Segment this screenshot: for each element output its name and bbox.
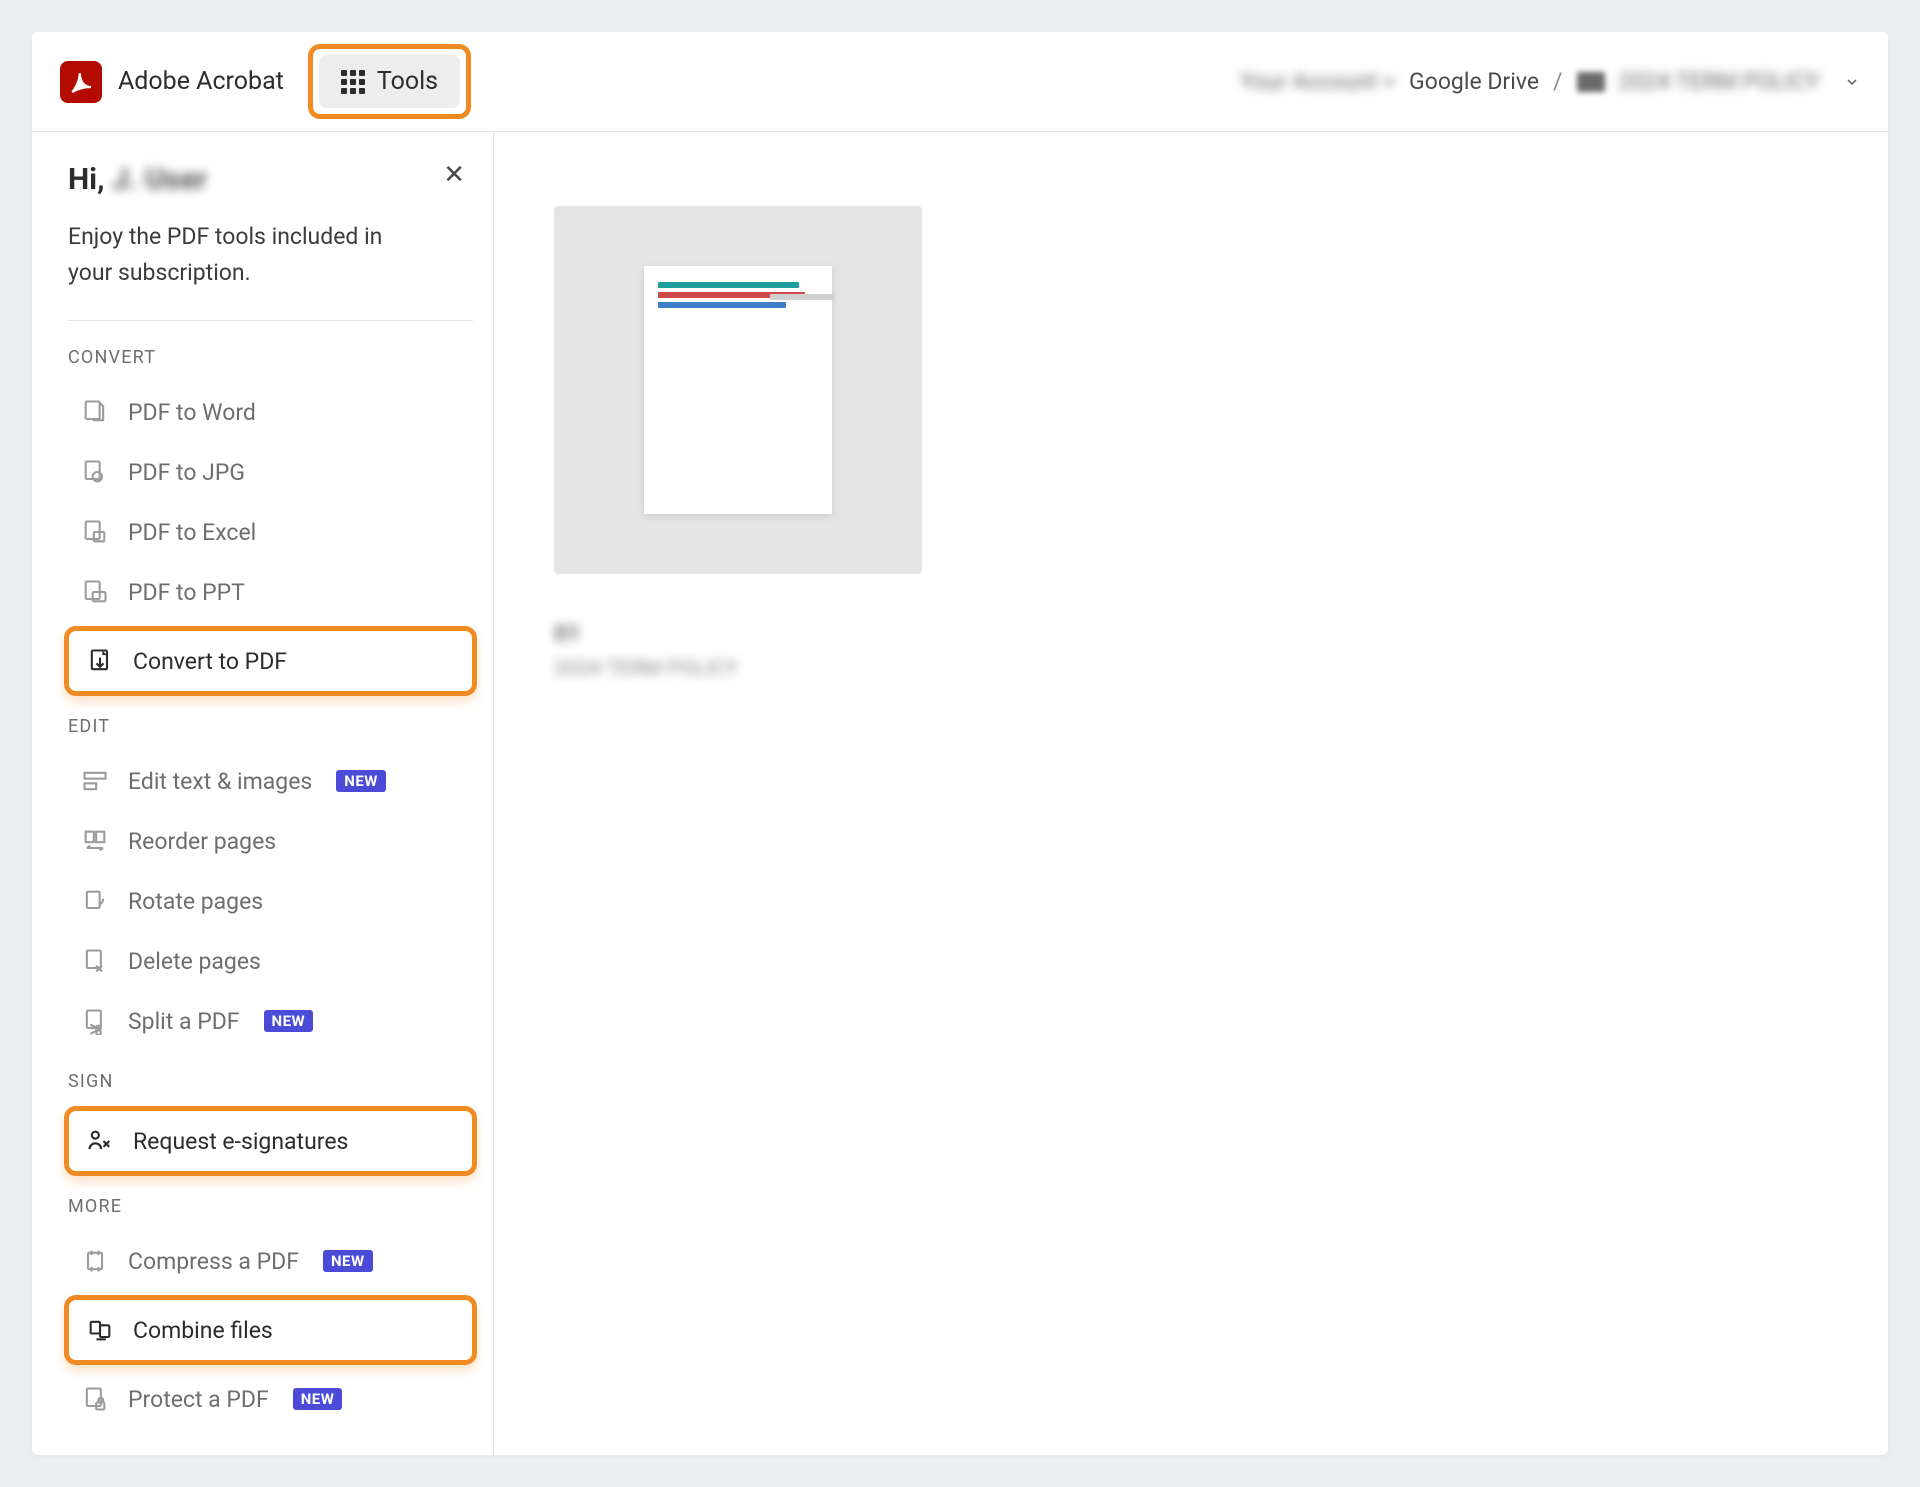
sidebar-item-label: PDF to Excel: [128, 519, 256, 546]
new-badge: NEW: [264, 1010, 314, 1032]
pdf-to-excel-icon: [80, 517, 110, 547]
greeting: Hi, J. User: [68, 162, 207, 197]
sidebar-item-pdf-to-jpg[interactable]: PDF to JPG: [68, 442, 473, 502]
document-preview-icon: [644, 266, 832, 514]
sidebar: Hi, J. User ✕ Enjoy the PDF tools includ…: [32, 132, 494, 1455]
breadcrumb-account: Your Account >: [1240, 68, 1395, 95]
sidebar-item-delete-pages[interactable]: Delete pages: [68, 931, 473, 991]
highlight-combine-files: Combine files: [64, 1295, 477, 1365]
sidebar-item-label: Edit text & images: [128, 768, 312, 795]
split-pdf-icon: [80, 1006, 110, 1036]
new-badge: NEW: [323, 1250, 373, 1272]
sidebar-item-rotate-pages[interactable]: Rotate pages: [68, 871, 473, 931]
sidebar-item-label: Convert to PDF: [133, 648, 287, 675]
sidebar-item-request-esignatures[interactable]: Request e-signatures: [69, 1111, 472, 1171]
sidebar-item-label: PDF to JPG: [128, 459, 245, 486]
sidebar-item-edit-text-images[interactable]: Edit text & images NEW: [68, 751, 473, 811]
delete-pages-icon: [80, 946, 110, 976]
divider: [68, 320, 473, 321]
highlight-convert-to-pdf: Convert to PDF: [64, 626, 477, 696]
tools-button-highlight: Tools: [308, 44, 471, 119]
sidebar-item-protect-pdf[interactable]: Protect a PDF NEW: [68, 1369, 473, 1429]
sidebar-item-pdf-to-word[interactable]: PDF to Word: [68, 382, 473, 442]
sidebar-item-pdf-to-excel[interactable]: PDF to Excel: [68, 502, 473, 562]
esignature-icon: [85, 1126, 115, 1156]
main-content: 01 2024 TERM POLICY: [494, 132, 1888, 1455]
breadcrumb-file[interactable]: 2024 TERM POLICY: [1619, 68, 1820, 95]
app-header: Adobe Acrobat Tools Your Account > Googl…: [32, 32, 1888, 132]
greeting-row: Hi, J. User ✕: [68, 162, 473, 197]
section-label-edit: EDIT: [68, 716, 473, 737]
file-type-icon: [1577, 72, 1605, 92]
sidebar-item-combine-files[interactable]: Combine files: [69, 1300, 472, 1360]
new-badge: NEW: [293, 1388, 343, 1410]
sidebar-item-label: Request e-signatures: [133, 1128, 348, 1155]
grid-icon: [341, 70, 365, 94]
section-label-convert: CONVERT: [68, 347, 473, 368]
greeting-prefix: Hi,: [68, 162, 105, 197]
app-name: Adobe Acrobat: [118, 67, 284, 96]
sidebar-item-label: Split a PDF: [128, 1008, 240, 1035]
sidebar-item-label: PDF to PPT: [128, 579, 245, 606]
sidebar-item-label: Protect a PDF: [128, 1386, 269, 1413]
compress-pdf-icon: [80, 1246, 110, 1276]
pdf-to-ppt-icon: [80, 577, 110, 607]
rotate-pages-icon: [80, 886, 110, 916]
file-subtitle: 2024 TERM POLICY: [554, 657, 1828, 681]
close-icon[interactable]: ✕: [435, 162, 473, 188]
breadcrumb: Your Account > Google Drive / 2024 TERM …: [1240, 68, 1860, 95]
sidebar-item-label: Compress a PDF: [128, 1248, 299, 1275]
sidebar-item-label: Combine files: [133, 1317, 273, 1344]
file-title: 01: [554, 620, 1828, 647]
protect-pdf-icon: [80, 1384, 110, 1414]
sidebar-item-pdf-to-ppt[interactable]: PDF to PPT: [68, 562, 473, 622]
sidebar-item-split-pdf[interactable]: Split a PDF NEW: [68, 991, 473, 1051]
breadcrumb-sep: /: [1553, 68, 1563, 95]
app-window: Adobe Acrobat Tools Your Account > Googl…: [32, 32, 1888, 1455]
header-left: Adobe Acrobat Tools: [60, 44, 471, 119]
chevron-down-icon[interactable]: [1844, 74, 1860, 90]
document-thumbnail[interactable]: [554, 206, 922, 574]
convert-to-pdf-icon: [85, 646, 115, 676]
sidebar-item-label: Delete pages: [128, 948, 261, 975]
pdf-to-jpg-icon: [80, 457, 110, 487]
new-badge: NEW: [336, 770, 386, 792]
section-label-sign: SIGN: [68, 1071, 473, 1092]
sidebar-item-label: Rotate pages: [128, 888, 263, 915]
section-label-more: MORE: [68, 1196, 473, 1217]
reorder-pages-icon: [80, 826, 110, 856]
sidebar-item-label: PDF to Word: [128, 399, 256, 426]
breadcrumb-drive[interactable]: Google Drive: [1409, 68, 1539, 95]
acrobat-logo-icon: [60, 61, 102, 103]
sidebar-item-reorder-pages[interactable]: Reorder pages: [68, 811, 473, 871]
highlight-request-esignatures: Request e-signatures: [64, 1106, 477, 1176]
combine-files-icon: [85, 1315, 115, 1345]
tools-button[interactable]: Tools: [319, 55, 460, 108]
sidebar-item-label: Reorder pages: [128, 828, 276, 855]
app-body: Hi, J. User ✕ Enjoy the PDF tools includ…: [32, 132, 1888, 1455]
greeting-name: J. User: [112, 162, 207, 197]
tools-button-label: Tools: [377, 67, 438, 96]
greeting-subtext: Enjoy the PDF tools included in your sub…: [68, 219, 428, 290]
pdf-to-word-icon: [80, 397, 110, 427]
edit-text-icon: [80, 766, 110, 796]
sidebar-item-convert-to-pdf[interactable]: Convert to PDF: [69, 631, 472, 691]
sidebar-item-compress-pdf[interactable]: Compress a PDF NEW: [68, 1231, 473, 1291]
